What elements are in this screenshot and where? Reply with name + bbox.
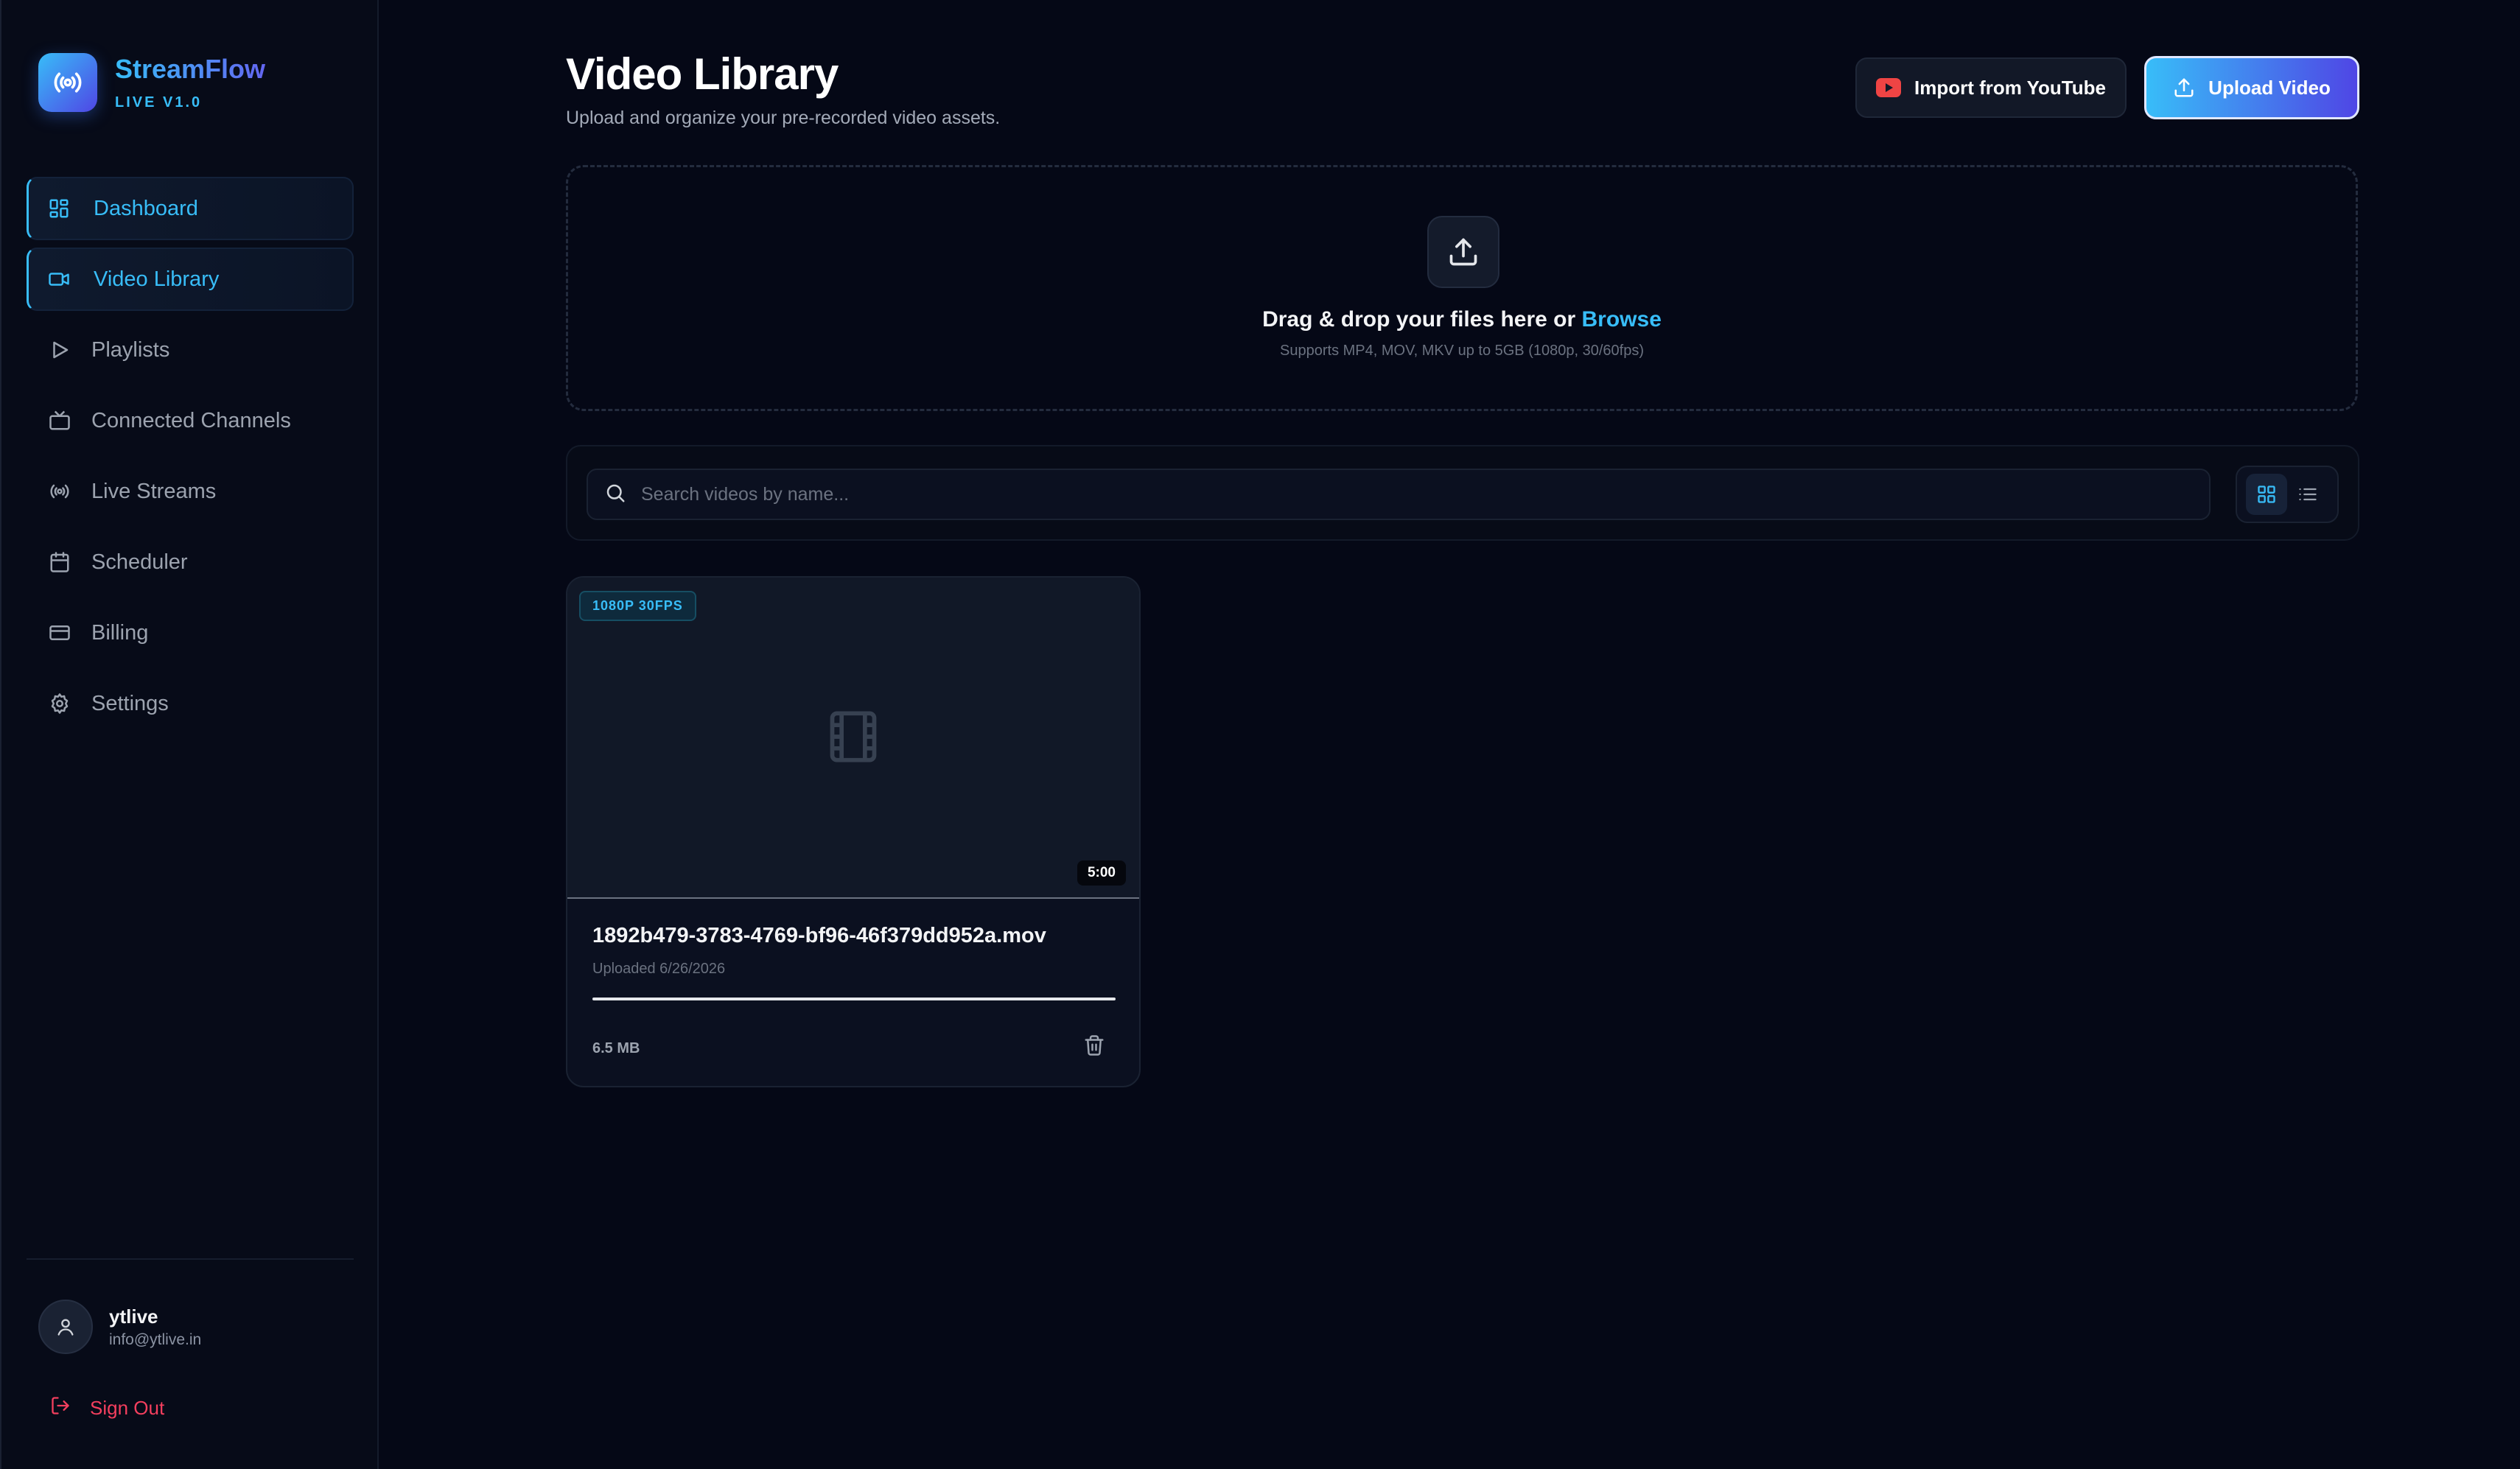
upload-video-button[interactable]: Upload Video	[2144, 56, 2359, 119]
avatar	[38, 1300, 93, 1354]
sidebar-divider	[27, 1258, 354, 1260]
file-size: 6.5 MB	[592, 1040, 640, 1056]
import-from-youtube-label: Import from YouTube	[1914, 76, 2106, 99]
view-toggle	[2236, 466, 2339, 523]
user-icon	[57, 1319, 74, 1336]
gear-icon	[47, 691, 72, 716]
sign-out-label: Sign Out	[90, 1397, 165, 1419]
sidebar-item-label: Scheduler	[91, 550, 188, 574]
calendar-icon	[47, 550, 72, 575]
sidebar-item-live-streams[interactable]: Live Streams	[27, 460, 354, 523]
sidebar-item-label: Playlists	[91, 337, 170, 362]
sidebar-item-label: Settings	[91, 691, 169, 715]
list-view-button[interactable]	[2287, 474, 2328, 515]
sidebar-item-label: Live Streams	[91, 479, 217, 503]
duration-badge: 5:00	[1077, 860, 1126, 886]
sidebar-item-label: Dashboard	[94, 196, 198, 220]
tv-icon	[47, 408, 72, 433]
dropzone-subtitle: Supports MP4, MOV, MKV up to 5GB (1080p,…	[1280, 343, 1644, 359]
brand-name: StreamFlow	[115, 54, 266, 84]
dropzone-title: Drag & drop your files here or Browse	[568, 307, 2356, 332]
upload-icon	[1427, 216, 1499, 288]
sidebar-item-label: Billing	[91, 620, 149, 645]
video-camera-icon	[46, 267, 71, 292]
credit-card-icon	[47, 620, 72, 645]
dropzone-title-text: Drag & drop your files here or	[1262, 307, 1582, 332]
import-from-youtube-button[interactable]: Import from YouTube	[1855, 57, 2127, 118]
broadcast-icon	[47, 479, 72, 504]
search-icon	[604, 482, 626, 508]
video-card[interactable]: 1080P 30FPS 5:00 1892b479-3783-4769-bf96…	[566, 576, 1141, 1087]
sidebar-item-playlists[interactable]: Playlists	[27, 318, 354, 382]
video-file-name: 1892b479-3783-4769-bf96-46f379dd952a.mov	[592, 924, 1046, 947]
user-email: info@ytlive.in	[109, 1330, 202, 1348]
sidebar-item-label: Video Library	[94, 267, 220, 291]
delete-video-button[interactable]	[1076, 1027, 1113, 1064]
sidebar-item-video-library[interactable]: Video Library	[27, 248, 354, 311]
sidebar-item-label: Connected Channels	[91, 408, 291, 432]
play-icon	[47, 337, 72, 362]
dashboard-grid-icon	[46, 196, 71, 221]
brand[interactable]: StreamFlow LIVE V1.0	[38, 53, 265, 112]
upload-dropzone[interactable]: Drag & drop your files here or Browse Su…	[566, 165, 2358, 411]
sign-out-button[interactable]: Sign Out	[50, 1395, 164, 1421]
upload-progress-fill	[592, 998, 1116, 1000]
sidebar-item-settings[interactable]: Settings	[27, 672, 354, 735]
upload-date: Uploaded 6/26/2026	[592, 961, 726, 977]
search-box[interactable]	[587, 469, 2211, 520]
sidebar-nav: Dashboard Video Library Playlists Connec…	[27, 177, 354, 743]
sign-out-icon	[50, 1395, 71, 1421]
user-name: ytlive	[109, 1305, 158, 1328]
browse-link[interactable]: Browse	[1582, 307, 1662, 332]
youtube-icon	[1876, 78, 1901, 97]
sidebar: StreamFlow LIVE V1.0 Dashboard Video Lib…	[0, 0, 379, 1469]
trash-icon	[1085, 1035, 1104, 1056]
app-root: StreamFlow LIVE V1.0 Dashboard Video Lib…	[0, 0, 2520, 1469]
page-title: Video Library	[566, 49, 839, 99]
sidebar-item-dashboard[interactable]: Dashboard	[27, 177, 354, 240]
grid-view-button[interactable]	[2246, 474, 2287, 515]
grid-icon	[2258, 485, 2275, 503]
sidebar-item-billing[interactable]: Billing	[27, 601, 354, 665]
upload-icon	[2173, 77, 2195, 99]
upload-video-label: Upload Video	[2208, 76, 2331, 99]
resolution-badge: 1080P 30FPS	[579, 591, 696, 621]
page-subtitle: Upload and organize your pre-recorded vi…	[566, 108, 1001, 128]
film-icon	[825, 709, 881, 768]
user-profile[interactable]: ytlive info@ytlive.in	[38, 1300, 201, 1354]
broadcast-logo-icon	[38, 53, 97, 112]
video-thumbnail[interactable]: 1080P 30FPS 5:00	[567, 578, 1139, 899]
library-toolbar	[566, 445, 2359, 541]
sidebar-item-scheduler[interactable]: Scheduler	[27, 530, 354, 594]
upload-progress-bar	[592, 998, 1116, 1000]
search-input[interactable]	[641, 483, 2209, 505]
sidebar-item-connected-channels[interactable]: Connected Channels	[27, 389, 354, 452]
list-icon	[2299, 488, 2317, 501]
brand-version: LIVE V1.0	[115, 94, 203, 111]
